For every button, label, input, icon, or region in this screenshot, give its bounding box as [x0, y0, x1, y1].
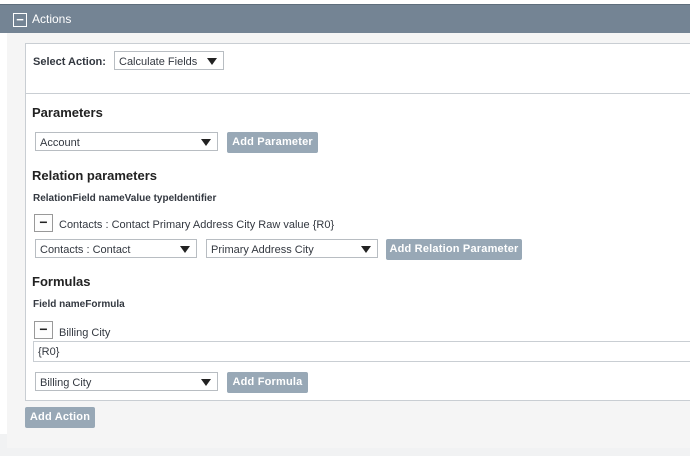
add-action-button[interactable]: Add Action	[25, 407, 95, 428]
parameters-title: Parameters	[32, 105, 103, 120]
formulas-title: Formulas	[32, 274, 91, 289]
relation-module-value: Contacts : Contact	[40, 244, 131, 256]
relation-module-dropdown[interactable]: Contacts : Contact	[35, 239, 197, 258]
relation-field-value: Primary Address City	[211, 244, 314, 256]
relation-parameters-title: Relation parameters	[32, 168, 157, 183]
relation-row-text: Contacts : Contact Primary Address City …	[59, 219, 335, 231]
caret-down-icon	[361, 246, 371, 253]
select-action-value: Calculate Fields	[119, 56, 198, 68]
select-action-dropdown[interactable]: Calculate Fields	[114, 51, 224, 70]
workflow-actions-container: − Actions Select Action: Calculate Field…	[0, 0, 690, 456]
parameter-dropdown[interactable]: Account	[35, 132, 218, 151]
add-parameter-button[interactable]: Add Parameter	[227, 132, 318, 153]
relation-columns-header: RelationField nameValue typeIdentifier	[33, 193, 217, 204]
actions-title: Actions	[32, 12, 72, 26]
parameter-value: Account	[40, 137, 80, 149]
collapse-icon[interactable]: −	[13, 13, 27, 27]
actions-header[interactable]: − Actions	[0, 4, 690, 33]
remove-formula-row-icon[interactable]: −	[34, 321, 53, 339]
caret-down-icon	[201, 379, 211, 386]
caret-down-icon	[207, 58, 217, 65]
formula-input[interactable]: {R0}	[33, 341, 690, 362]
divider	[26, 93, 690, 94]
select-action-label: Select Action:	[33, 56, 106, 68]
caret-down-icon	[201, 139, 211, 146]
remove-relation-row-icon[interactable]: −	[34, 214, 53, 232]
formula-field-value: Billing City	[40, 377, 92, 389]
caret-down-icon	[180, 246, 190, 253]
formula-row-field: Billing City	[59, 327, 111, 339]
add-formula-button[interactable]: Add Formula	[227, 372, 308, 393]
add-relation-parameter-button[interactable]: Add Relation Parameter	[386, 239, 522, 260]
formulas-columns-header: Field nameFormula	[33, 299, 125, 310]
relation-field-dropdown[interactable]: Primary Address City	[206, 239, 378, 258]
formula-field-dropdown[interactable]: Billing City	[35, 372, 218, 391]
